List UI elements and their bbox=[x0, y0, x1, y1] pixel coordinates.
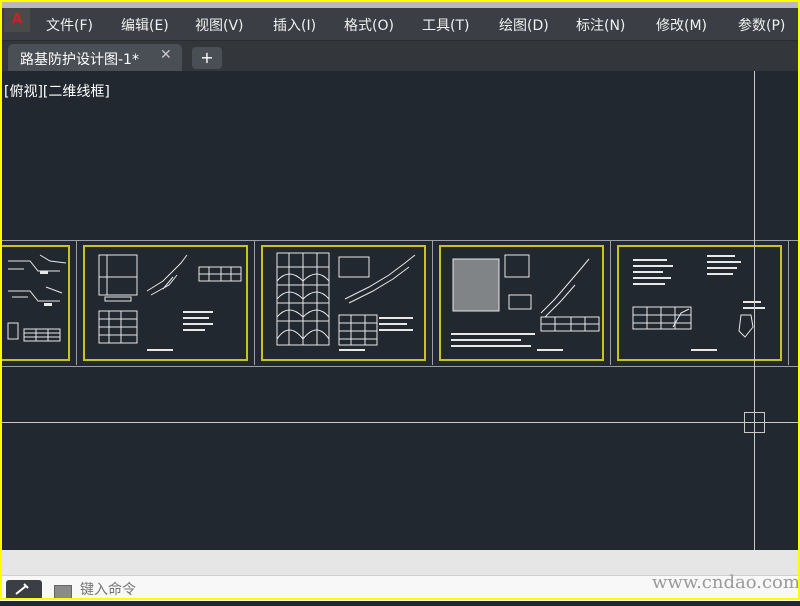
sheet-content bbox=[7, 254, 67, 342]
sheet-content bbox=[451, 254, 600, 351]
sheet-content bbox=[276, 252, 416, 351]
cursor-pickbox bbox=[744, 412, 765, 433]
drawing-sheet[interactable] bbox=[0, 241, 77, 365]
menu-tools[interactable]: 工具(T) bbox=[422, 8, 469, 40]
add-tab-button[interactable]: + bbox=[192, 47, 222, 69]
tab-label: 路基防护设计图-1* bbox=[20, 52, 139, 68]
menu-file[interactable]: 文件(F) bbox=[46, 8, 93, 40]
sheet-content bbox=[632, 255, 765, 351]
tab-drawing[interactable]: 路基防护设计图-1* ✕ bbox=[8, 44, 182, 71]
menu-view[interactable]: 视图(V) bbox=[195, 8, 244, 40]
menu-insert[interactable]: 插入(I) bbox=[273, 8, 316, 40]
menu-dimension[interactable]: 标注(N) bbox=[576, 8, 625, 40]
title-bar bbox=[0, 0, 800, 8]
drawing-sheet[interactable] bbox=[77, 241, 255, 365]
menu-format[interactable]: 格式(O) bbox=[344, 8, 394, 40]
menu-bar: A 文件(F) 编辑(E) 视图(V) 插入(I) 格式(O) 工具(T) 绘图… bbox=[0, 8, 800, 41]
app-logo-icon[interactable]: A bbox=[4, 8, 30, 32]
crosshair-vertical bbox=[754, 71, 755, 550]
menu-edit[interactable]: 编辑(E) bbox=[121, 8, 169, 40]
drawing-viewport[interactable]: [俯视][二维线框] bbox=[0, 71, 800, 550]
menu-parameters[interactable]: 参数(P) bbox=[738, 8, 785, 40]
menu-modify[interactable]: 修改(M) bbox=[656, 8, 707, 40]
command-options-button[interactable] bbox=[6, 580, 42, 600]
close-icon[interactable]: ✕ bbox=[160, 47, 172, 63]
crosshair-horizontal bbox=[0, 422, 800, 423]
drawing-sheet[interactable] bbox=[789, 241, 800, 365]
menu-draw[interactable]: 绘图(D) bbox=[499, 8, 549, 40]
layout-sheets-strip bbox=[0, 240, 800, 367]
document-tab-bar: 路基防护设计图-1* ✕ + bbox=[0, 41, 800, 71]
view-label[interactable]: [俯视][二维线框] bbox=[4, 81, 110, 101]
drawing-sheet[interactable] bbox=[611, 241, 789, 365]
drawing-sheet[interactable] bbox=[433, 241, 611, 365]
drawing-sheet[interactable] bbox=[255, 241, 433, 365]
command-input[interactable] bbox=[80, 580, 480, 600]
watermark-text: www.cndao.com bbox=[652, 572, 800, 593]
command-prompt-icon bbox=[54, 585, 72, 599]
wrench-icon bbox=[15, 583, 29, 595]
sheet-content bbox=[98, 254, 242, 351]
